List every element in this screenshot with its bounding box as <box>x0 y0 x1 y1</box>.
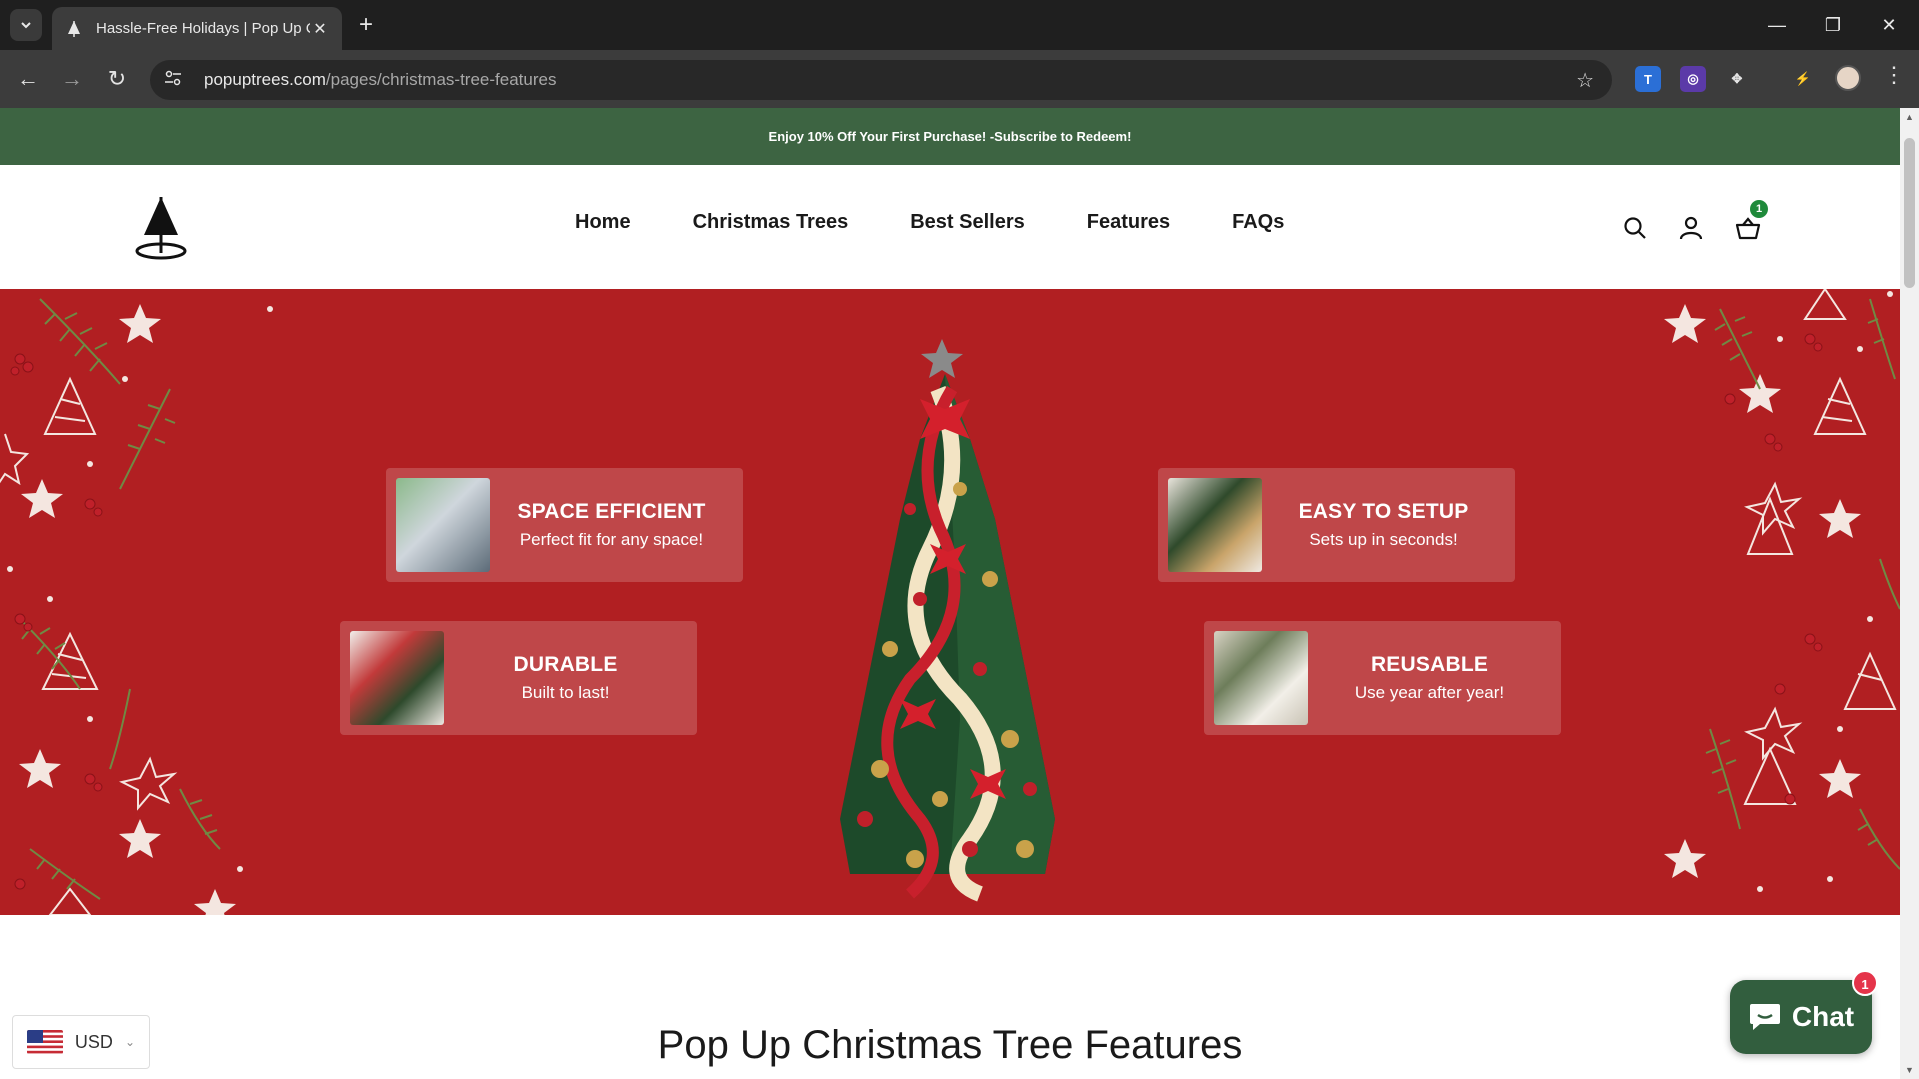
feature-title: SPACE EFFICIENT <box>517 500 706 523</box>
nav-faqs[interactable]: FAQs <box>1232 211 1284 234</box>
extensions-puzzle-icon[interactable]: ✥ <box>1724 66 1750 92</box>
main-nav: Home Christmas Trees Best Sellers Featur… <box>575 211 1284 234</box>
url-host: popuptrees.com <box>204 70 326 89</box>
browser-tab[interactable]: Hassle-Free Holidays | Pop Up C ✕ <box>52 7 342 50</box>
feature-subtitle: Use year after year! <box>1354 683 1505 702</box>
feature-card-space-efficient: SPACE EFFICIENT Perfect fit for any spac… <box>386 468 743 582</box>
christmas-tree-image <box>840 339 1055 902</box>
left-decoration <box>0 298 273 915</box>
feature-title: DURABLE <box>513 653 618 676</box>
chat-label: Chat <box>1791 1001 1855 1032</box>
nav-home[interactable]: Home <box>575 211 631 234</box>
site-header: Home Christmas Trees Best Sellers Featur… <box>0 165 1900 289</box>
chat-bubble-icon <box>1749 1004 1780 1030</box>
nav-best-sellers[interactable]: Best Sellers <box>910 211 1025 234</box>
announcement-bar[interactable]: Enjoy 10% Off Your First Purchase! -Subs… <box>0 108 1900 165</box>
chevron-down-icon: ⌄ <box>124 1035 135 1049</box>
tab-title: Hassle-Free Holidays | Pop Up C <box>96 20 310 37</box>
extension-capture-icon[interactable]: ◎ <box>1680 66 1706 92</box>
extension-translate-icon[interactable]: T <box>1635 66 1661 92</box>
currency-selector[interactable]: USD ⌄ <box>12 1015 150 1069</box>
site-info-icon[interactable] <box>164 70 186 91</box>
reload-icon[interactable]: ↻ <box>101 63 133 95</box>
account-icon[interactable] <box>1676 213 1706 243</box>
chevron-down-icon <box>21 22 31 29</box>
back-arrow-icon[interactable]: ← <box>12 63 44 95</box>
section-title: Pop Up Christmas Tree Features <box>657 1023 1243 1067</box>
url-path: /pages/christmas-tree-features <box>325 70 557 89</box>
address-bar[interactable]: popuptrees.com/pages/christmas-tree-feat… <box>150 60 1612 100</box>
cart-count-badge: 1 <box>1750 200 1768 218</box>
scrollbar-thumb[interactable] <box>1904 138 1915 288</box>
feature-subtitle: Sets up in seconds! <box>1309 530 1458 549</box>
profile-avatar[interactable] <box>1835 65 1861 91</box>
search-icon[interactable] <box>1620 213 1650 243</box>
minimize-icon[interactable]: — <box>1762 10 1792 40</box>
tab-search-button[interactable] <box>10 9 42 41</box>
browser-tab-bar: Hassle-Free Holidays | Pop Up C ✕ + — ❐ … <box>0 0 1919 50</box>
feature-card-reusable: REUSABLE Use year after year! <box>1204 621 1561 735</box>
browser-menu-icon[interactable]: ⋮ <box>1883 62 1905 88</box>
feature-title: REUSABLE <box>1370 653 1489 676</box>
us-flag-icon <box>27 1030 63 1054</box>
nav-features[interactable]: Features <box>1087 211 1170 234</box>
chat-notification-badge: 1 <box>1852 970 1878 996</box>
currency-code: USD <box>74 1031 113 1052</box>
scroll-down-icon[interactable]: ▼ <box>1905 1065 1914 1075</box>
feature-title: EASY TO SETUP <box>1298 500 1469 523</box>
bookmark-star-icon[interactable]: ☆ <box>1576 68 1594 93</box>
feature-subtitle: Built to last! <box>521 683 610 702</box>
forward-arrow-icon[interactable]: → <box>56 63 88 95</box>
feature-image-luggage <box>396 478 490 572</box>
feature-image-decorating <box>1168 478 1262 572</box>
site-logo[interactable] <box>134 195 188 261</box>
new-tab-button[interactable]: + <box>352 12 380 40</box>
restore-icon[interactable]: ❐ <box>1818 10 1848 40</box>
feature-card-easy-to-setup: EASY TO SETUP Sets up in seconds! <box>1158 468 1515 582</box>
feature-subtitle: Perfect fit for any space! <box>519 530 704 549</box>
nav-christmas-trees[interactable]: Christmas Trees <box>693 211 849 234</box>
page-scrollbar[interactable]: ▲ ▼ <box>1900 108 1919 1079</box>
close-window-icon[interactable]: ✕ <box>1874 10 1904 40</box>
right-decoration <box>1664 289 1900 892</box>
chat-button[interactable]: Chat <box>1730 980 1872 1054</box>
tree-favicon-icon <box>64 19 84 39</box>
scroll-up-icon[interactable]: ▲ <box>1905 112 1914 122</box>
web-page: Enjoy 10% Off Your First Purchase! -Subs… <box>0 108 1900 1079</box>
feature-card-durable: DURABLE Built to last! <box>340 621 697 735</box>
performance-icon[interactable]: ⚡ <box>1790 66 1816 92</box>
hero-banner: SPACE EFFICIENT Perfect fit for any spac… <box>0 289 1900 915</box>
close-tab-icon[interactable]: ✕ <box>310 19 330 39</box>
feature-image-wreath-room <box>1214 631 1308 725</box>
feature-image-living-room <box>350 631 444 725</box>
